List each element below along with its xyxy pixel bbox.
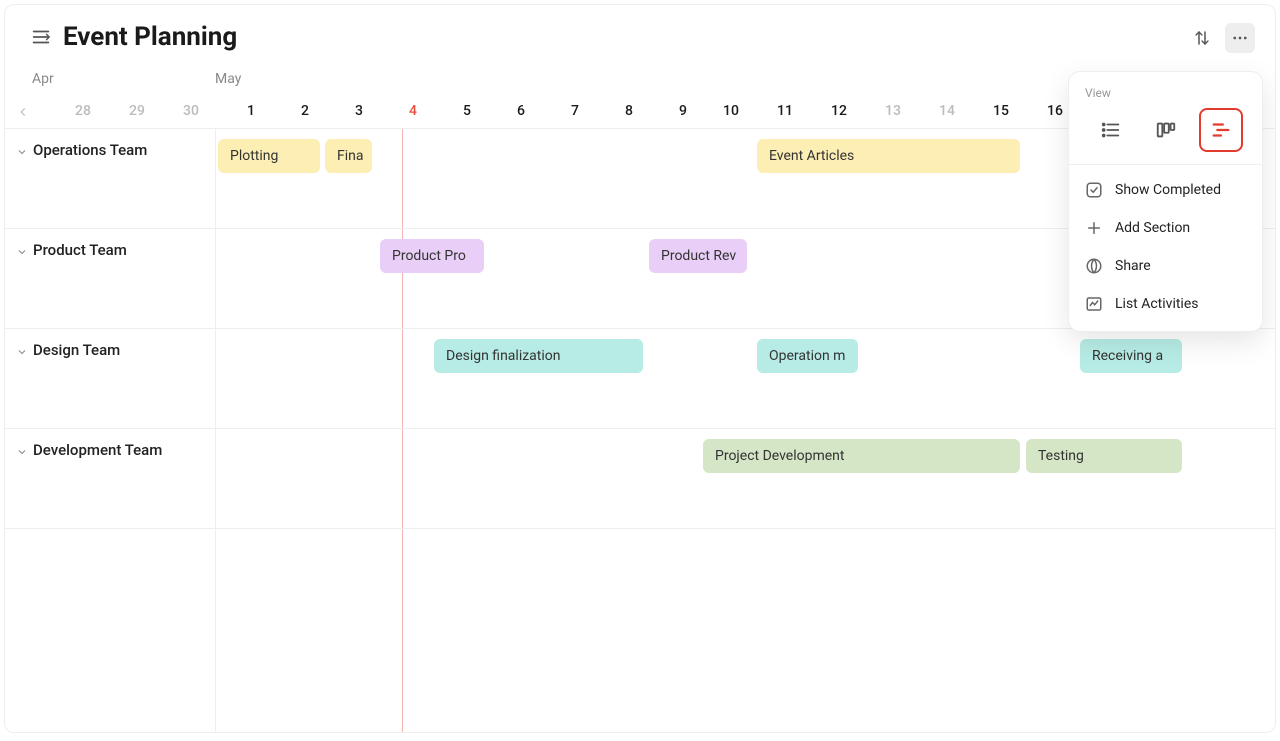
menu-item-add-section[interactable]: Add Section bbox=[1069, 209, 1262, 247]
section-row: Design Team Design finalization Operation … bbox=[5, 329, 1275, 429]
day-cell[interactable]: 11 bbox=[775, 103, 795, 119]
day-cell[interactable]: 28 bbox=[73, 103, 93, 119]
collapse-sidebar-icon[interactable] bbox=[29, 25, 53, 49]
day-cell[interactable]: 5 bbox=[457, 103, 477, 119]
task-bar[interactable]: Event Articles bbox=[757, 139, 1020, 173]
day-cell[interactable]: 3 bbox=[349, 103, 369, 119]
section-name[interactable]: Product Team bbox=[33, 241, 127, 259]
day-cell[interactable]: 13 bbox=[883, 103, 903, 119]
menu-item-label: Show Completed bbox=[1115, 182, 1221, 198]
section-row: Development Team Project DevelopmentTesti… bbox=[5, 429, 1275, 529]
day-cell[interactable]: 16 bbox=[1045, 103, 1065, 119]
page-title: Event Planning bbox=[63, 22, 237, 52]
task-bar[interactable]: Design finalization bbox=[434, 339, 643, 373]
day-cell[interactable]: 4 bbox=[403, 103, 423, 119]
task-bar[interactable]: Fina bbox=[325, 139, 372, 173]
scroll-left-button[interactable] bbox=[13, 102, 33, 122]
task-bar[interactable]: Product Rev bbox=[649, 239, 747, 273]
section-toggle[interactable] bbox=[15, 145, 29, 159]
list-activities-icon bbox=[1085, 295, 1103, 313]
task-bar[interactable]: Project Development bbox=[703, 439, 1020, 473]
day-cell[interactable]: 8 bbox=[619, 103, 639, 119]
more-menu-button[interactable] bbox=[1225, 23, 1255, 53]
share-icon bbox=[1085, 257, 1103, 275]
menu-item-share[interactable]: Share bbox=[1069, 247, 1262, 285]
show-completed-icon bbox=[1085, 181, 1103, 199]
day-cell[interactable]: 15 bbox=[991, 103, 1011, 119]
menu-item-show-completed[interactable]: Show Completed bbox=[1069, 171, 1262, 209]
day-cell[interactable]: 7 bbox=[565, 103, 585, 119]
day-cell[interactable]: 6 bbox=[511, 103, 531, 119]
menu-item-label: List Activities bbox=[1115, 296, 1199, 312]
options-panel: View Show Completed Add Section Share List … bbox=[1068, 71, 1263, 332]
day-cell[interactable]: 30 bbox=[181, 103, 201, 119]
day-cell[interactable]: 10 bbox=[721, 103, 741, 119]
task-bar[interactable]: Testing bbox=[1026, 439, 1182, 473]
view-list-button[interactable] bbox=[1089, 108, 1133, 152]
day-cell[interactable]: 14 bbox=[937, 103, 957, 119]
section-name[interactable]: Operations Team bbox=[33, 141, 147, 159]
view-board-button[interactable] bbox=[1144, 108, 1188, 152]
day-cell[interactable]: 9 bbox=[673, 103, 693, 119]
view-timeline-button[interactable] bbox=[1199, 108, 1243, 152]
month-label: May bbox=[215, 71, 241, 87]
menu-item-label: Add Section bbox=[1115, 220, 1190, 236]
sort-button[interactable] bbox=[1187, 23, 1217, 53]
task-bar[interactable]: Product Pro bbox=[380, 239, 484, 273]
month-label: Apr bbox=[32, 71, 54, 87]
section-toggle[interactable] bbox=[15, 345, 29, 359]
panel-section-label: View bbox=[1069, 72, 1262, 108]
section-toggle[interactable] bbox=[15, 245, 29, 259]
task-bar[interactable]: Plotting bbox=[218, 139, 320, 173]
menu-item-list-activities[interactable]: List Activities bbox=[1069, 285, 1262, 323]
menu-item-label: Share bbox=[1115, 258, 1151, 274]
section-toggle[interactable] bbox=[15, 445, 29, 459]
day-cell[interactable]: 29 bbox=[127, 103, 147, 119]
header: Event Planning bbox=[5, 5, 1275, 69]
add-section-icon bbox=[1085, 219, 1103, 237]
day-cell[interactable]: 12 bbox=[829, 103, 849, 119]
day-cell[interactable]: 2 bbox=[295, 103, 315, 119]
section-name[interactable]: Design Team bbox=[33, 341, 120, 359]
day-cell[interactable]: 1 bbox=[241, 103, 261, 119]
section-name[interactable]: Development Team bbox=[33, 441, 162, 459]
task-bar[interactable]: Receiving a bbox=[1080, 339, 1182, 373]
task-bar[interactable]: Operation m bbox=[757, 339, 858, 373]
